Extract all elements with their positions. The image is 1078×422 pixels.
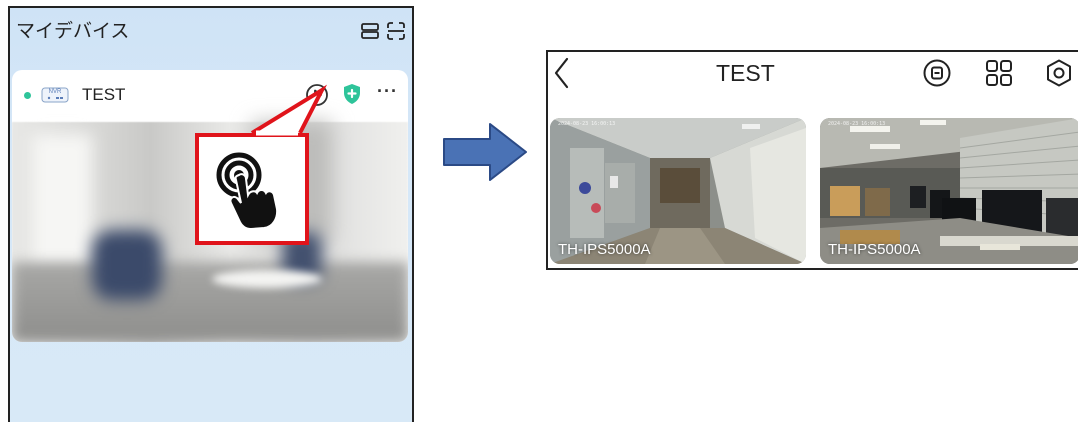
live-view-play-icon[interactable] [305, 83, 329, 107]
thumbnail-table [212, 270, 322, 288]
online-status-dot [24, 92, 31, 99]
live-view-screen: TEST 2024-08-23 16:00:13 TH-IPS5000A 202… [546, 50, 1078, 270]
shield-icon[interactable] [342, 83, 362, 105]
thumbnail-chair [92, 230, 162, 300]
camera-tile-2[interactable]: 2024-08-23 16:00:13 TH-IPS5000A [820, 118, 1078, 264]
my-devices-header: マイデバイス [10, 8, 412, 52]
camera-1-label: TH-IPS5000A [558, 241, 651, 258]
my-devices-screen: マイデバイス NVR TEST ··· [8, 6, 414, 422]
thumbnail-window-area [32, 134, 92, 274]
playback-icon[interactable] [922, 58, 952, 88]
settings-icon[interactable] [1044, 58, 1074, 88]
thumbnail-floor-area [12, 262, 408, 342]
back-icon[interactable] [552, 56, 570, 90]
camera-tile-1[interactable]: 2024-08-23 16:00:13 TH-IPS5000A [550, 118, 806, 264]
device-name: TEST [82, 85, 126, 104]
device-title: TEST [716, 60, 775, 86]
camera-2-label: TH-IPS5000A [828, 241, 921, 258]
scan-icon[interactable] [386, 21, 406, 41]
more-options-icon[interactable]: ··· [377, 81, 398, 102]
list-view-icon[interactable] [360, 21, 380, 41]
nvr-device-icon: NVR [41, 87, 69, 103]
right-arrow-icon [443, 123, 527, 181]
page-title: マイデバイス [16, 20, 130, 42]
device-card-header: NVR TEST ··· [12, 70, 408, 122]
tap-hand-icon [216, 152, 279, 231]
camera-2-timestamp: 2024-08-23 16:00:13 [828, 121, 886, 127]
tap-instruction-callout [195, 133, 309, 245]
camera-1-timestamp: 2024-08-23 16:00:13 [558, 121, 616, 127]
grid-layout-icon[interactable] [984, 58, 1014, 88]
live-view-header: TEST [548, 52, 1078, 96]
nvr-badge-label: NVR [49, 89, 62, 95]
